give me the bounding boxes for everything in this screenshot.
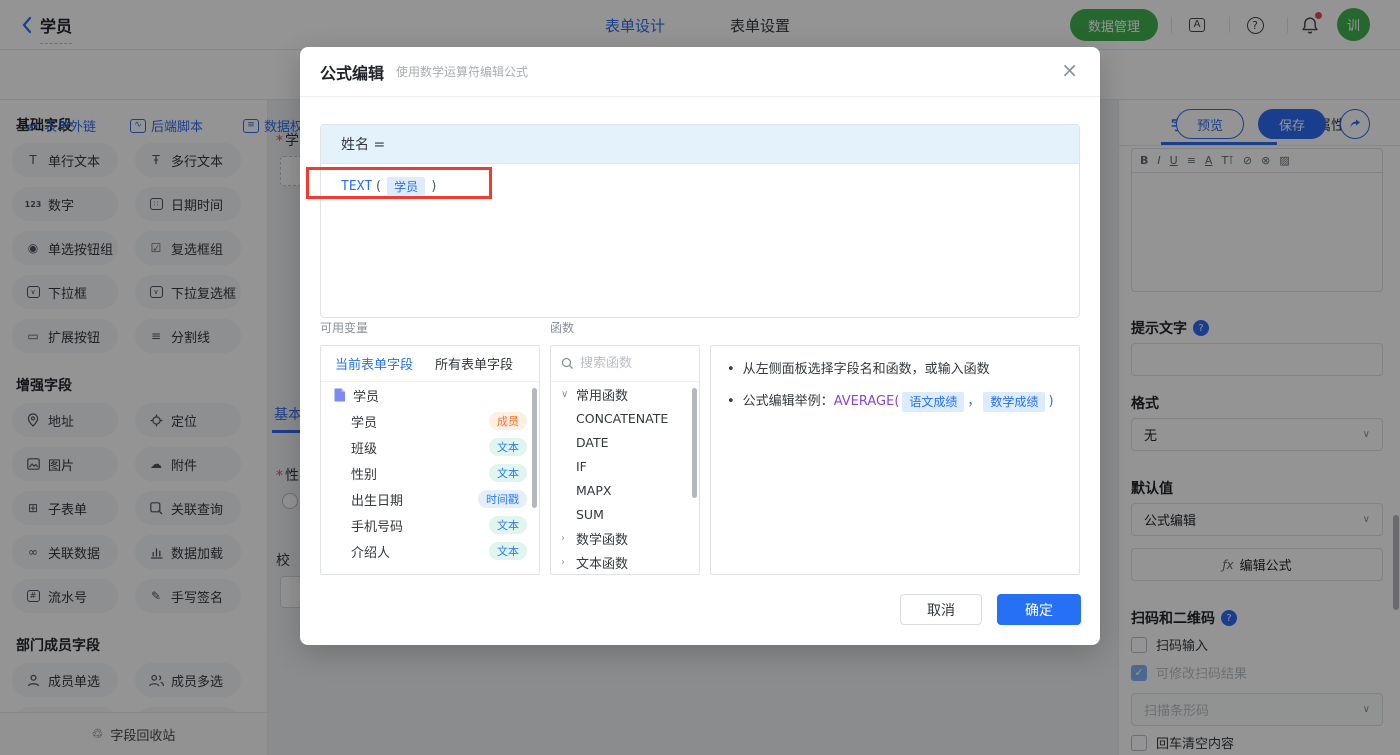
variable-row[interactable]: 手机号码 文本: [321, 512, 539, 538]
variables-panel: 当前表单字段 所有表单字段 学员 学员 成员 班级 文本 性别 文本 出生日期 时间戳 …: [320, 345, 540, 575]
document-icon: [334, 388, 345, 402]
variable-row[interactable]: 班级 文本: [321, 434, 539, 460]
functions-label: 函数: [550, 321, 575, 335]
function-item[interactable]: IF: [551, 454, 699, 478]
example-function: AVERAGE(: [833, 393, 900, 409]
variable-tree-root[interactable]: 学员: [321, 382, 539, 408]
scrollbar-thumb[interactable]: [532, 388, 537, 508]
functions-panel: ∨常用函数 CONCATENATE DATE IF MAPX SUM ›数学函数…: [550, 345, 700, 575]
tab-current-form-fields[interactable]: 当前表单字段: [335, 354, 413, 373]
variable-row[interactable]: 性别 文本: [321, 460, 539, 486]
variable-row[interactable]: 学员 成员: [321, 408, 539, 434]
type-badge: 文本: [489, 516, 527, 534]
app-window: 学员 表单设计 表单设置 数据管理 A ? 训 表单外链 ∿ 后端脚本 ≡ 数据…: [0, 0, 1400, 755]
formula-expression[interactable]: TEXT ( 学员 ): [321, 164, 1079, 209]
formula-target: 姓名 =: [321, 125, 1079, 164]
modal-title: 公式编辑: [320, 63, 385, 83]
type-badge: 成员: [489, 412, 527, 430]
scrollbar-thumb[interactable]: [692, 388, 697, 498]
chevron-right-icon: ›: [561, 556, 565, 568]
example-field-chip: 语文成绩: [902, 391, 965, 412]
function-group-math[interactable]: › 数学函数: [551, 526, 699, 550]
function-item[interactable]: DATE: [551, 430, 699, 454]
type-badge: 文本: [489, 464, 527, 482]
variable-row[interactable]: 出生日期 时间戳: [321, 486, 539, 512]
tab-all-form-fields[interactable]: 所有表单字段: [435, 354, 513, 373]
formula-editor[interactable]: 姓名 = TEXT ( 学员 ): [320, 124, 1080, 318]
chevron-down-icon: ∨: [561, 388, 569, 400]
modal-header: 公式编辑 使用数学运算符编辑公式: [300, 47, 1100, 97]
type-badge: 文本: [489, 438, 527, 456]
hint-line-2: • 公式编辑举例： AVERAGE( 语文成绩 ， 数学成绩 ): [727, 391, 1063, 412]
confirm-button[interactable]: 确定: [997, 594, 1081, 625]
variables-label: 可用变量: [320, 321, 369, 335]
search-icon: [561, 357, 574, 370]
cancel-button[interactable]: 取消: [900, 594, 982, 625]
function-group-common[interactable]: ∨ 常用函数: [551, 382, 699, 406]
type-badge: 文本: [489, 542, 527, 560]
field-chip[interactable]: 学员: [387, 177, 426, 196]
type-badge: 时间戳: [478, 490, 527, 508]
function-group-text[interactable]: › 文本函数: [551, 550, 699, 574]
variables-tabs: 当前表单字段 所有表单字段: [321, 346, 539, 382]
function-search-input[interactable]: [580, 356, 680, 371]
close-icon[interactable]: ×: [1061, 60, 1078, 80]
modal-subtitle: 使用数学运算符编辑公式: [396, 65, 529, 79]
function-item[interactable]: SUM: [551, 502, 699, 526]
formula-edit-modal: 公式编辑 使用数学运算符编辑公式 × 姓名 = TEXT ( 学员 ) 可用变量…: [300, 47, 1100, 645]
variable-row[interactable]: 介绍人 文本: [321, 538, 539, 564]
function-search: [551, 346, 699, 382]
example-field-chip: 数学成绩: [983, 391, 1046, 412]
hints-panel: • 从左侧面板选择字段名和函数，或输入函数 • 公式编辑举例： AVERAGE(…: [710, 345, 1080, 575]
formula-function-token: TEXT: [341, 179, 373, 194]
function-item[interactable]: CONCATENATE: [551, 406, 699, 430]
function-item[interactable]: MAPX: [551, 478, 699, 502]
chevron-right-icon: ›: [561, 532, 565, 544]
hint-line-1: • 从左侧面板选择字段名和函数，或输入函数: [727, 362, 990, 377]
